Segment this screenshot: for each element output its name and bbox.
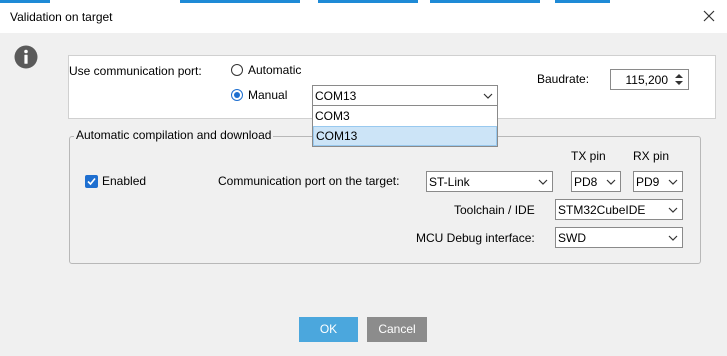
title-accent-strip: [430, 0, 540, 3]
mcu-debug-value: SWD: [558, 231, 586, 245]
enabled-checkbox-label: Enabled: [102, 174, 147, 188]
tx-pin-value: PD8: [574, 175, 598, 189]
cancel-button[interactable]: Cancel: [367, 317, 427, 342]
ok-button[interactable]: OK: [299, 317, 358, 342]
automatic-radio[interactable]: [231, 64, 243, 76]
com-port-select[interactable]: COM13: [312, 85, 498, 106]
dropdown-option-com13[interactable]: COM13: [313, 126, 497, 146]
manual-radio-label: Manual: [248, 88, 288, 102]
tx-pin-select[interactable]: PD8: [571, 171, 621, 192]
rx-pin-label: RX pin: [633, 149, 670, 163]
title-accent-strip: [0, 0, 50, 3]
baudrate-value: 115,200: [625, 73, 669, 87]
mcu-debug-select[interactable]: SWD: [555, 227, 683, 248]
rx-pin-value: PD9: [636, 175, 660, 189]
title-accent-strip: [180, 0, 300, 3]
chevron-down-icon: [483, 93, 493, 99]
com-port-dropdown-list: COM3 COM13: [312, 105, 498, 147]
chevron-down-icon: [538, 179, 548, 185]
chevron-down-icon: [606, 179, 616, 185]
comm-port-target-select[interactable]: ST-Link: [426, 171, 553, 192]
info-icon: [14, 45, 38, 69]
baudrate-label: Baudrate:: [537, 72, 590, 86]
enabled-checkbox[interactable]: [85, 175, 98, 188]
close-icon: [703, 10, 715, 22]
title-accent-strip: [318, 0, 418, 3]
title-bar: Validation on target: [0, 0, 727, 33]
port-label: Use communication port:: [69, 64, 202, 78]
checkmark-icon: [87, 177, 96, 186]
comm-port-target-value: ST-Link: [429, 175, 470, 189]
baudrate-spinbox[interactable]: 115,200: [610, 69, 689, 90]
chevron-down-icon: [668, 207, 678, 213]
title-accent-strip: [555, 0, 610, 3]
dropdown-option-com3[interactable]: COM3: [313, 106, 497, 126]
spin-updown-icon[interactable]: [672, 71, 686, 88]
chevron-down-icon: [668, 179, 678, 185]
dialog-body: Use communication port: Automatic Manual…: [0, 33, 727, 356]
tx-pin-label: TX pin: [571, 149, 606, 163]
toolchain-value: STM32CubeIDE: [558, 203, 646, 217]
automatic-radio-label: Automatic: [248, 63, 302, 77]
compilation-group-title: Automatic compilation and download: [74, 128, 274, 142]
toolchain-label: Toolchain / IDE: [454, 203, 535, 217]
toolchain-select[interactable]: STM32CubeIDE: [555, 199, 683, 220]
chevron-down-icon: [668, 235, 678, 241]
close-button[interactable]: [697, 6, 721, 26]
window-title: Validation on target: [10, 10, 113, 24]
mcu-debug-label: MCU Debug interface:: [416, 231, 535, 245]
comm-port-target-label: Communication port on the target:: [218, 174, 400, 188]
manual-radio[interactable]: [231, 89, 243, 101]
com-port-value: COM13: [315, 89, 357, 103]
rx-pin-select[interactable]: PD9: [633, 171, 683, 192]
